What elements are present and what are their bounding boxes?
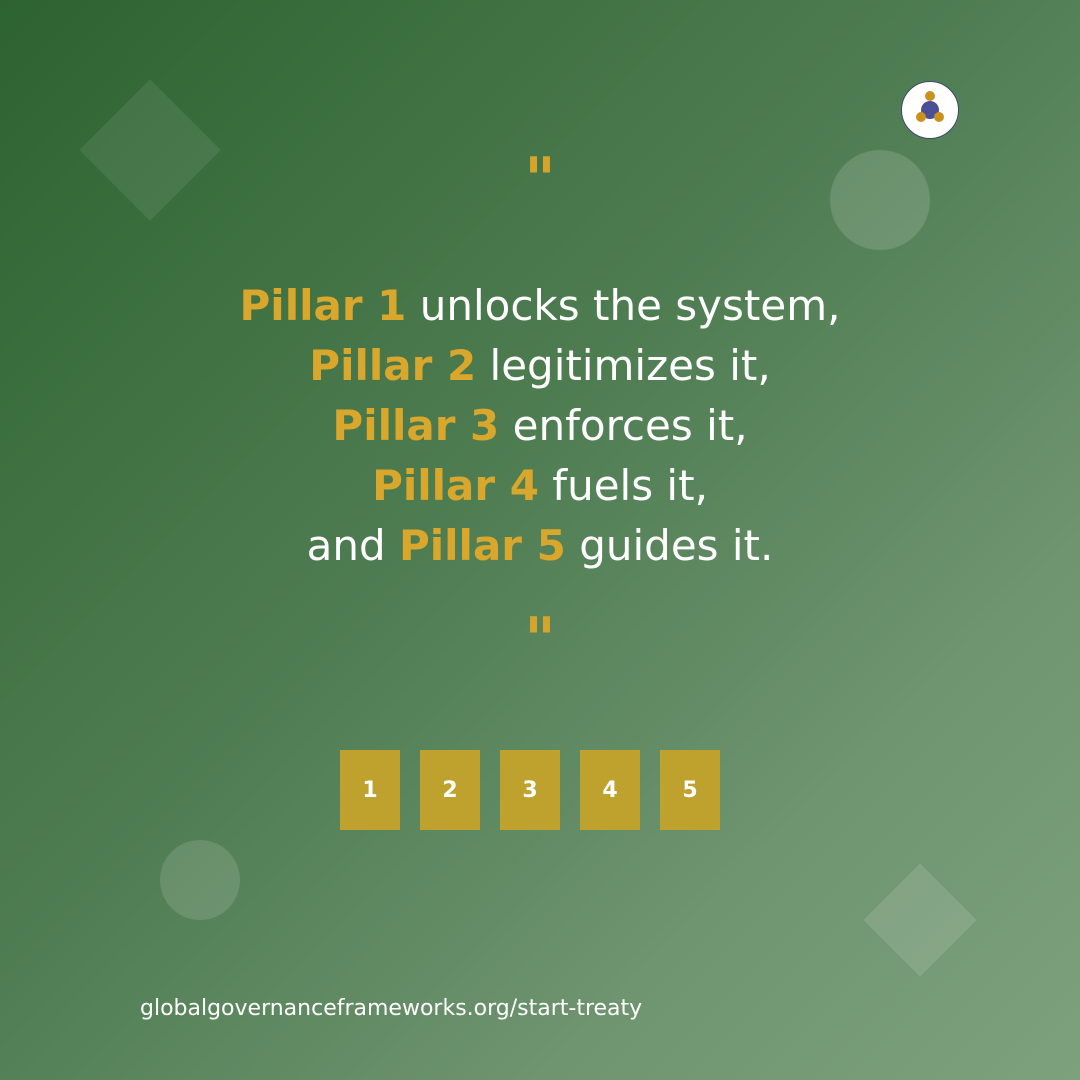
- social-card: " Pillar 1 unlocks the system, Pillar 2 …: [0, 0, 1080, 1080]
- pillar-box-5: 5: [660, 750, 720, 830]
- quote-line-3: Pillar 3 enforces it,: [0, 396, 1080, 456]
- pillar-box-4: 4: [580, 750, 640, 830]
- close-quote-mark: ": [524, 605, 556, 675]
- pillar-label: Pillar 1: [239, 281, 407, 330]
- footer-url: globalgovernanceframeworks.org/start-tre…: [140, 996, 643, 1021]
- three-people-network-icon: [901, 81, 959, 139]
- quote-line-5: and Pillar 5 guides it.: [0, 516, 1080, 576]
- pillar-label: Pillar 3: [332, 401, 500, 450]
- quote-line-rest: fuels it,: [538, 461, 708, 510]
- pillar-label: Pillar 2: [309, 341, 477, 390]
- pillar-boxes: 1 2 3 4 5: [340, 750, 720, 830]
- quote-line-rest: guides it.: [565, 521, 774, 570]
- quote-line-rest: unlocks the system,: [406, 281, 841, 330]
- decorative-circle-bottom-left: [160, 840, 240, 920]
- pillar-box-1: 1: [340, 750, 400, 830]
- decorative-diamond-bottom-right: [863, 863, 977, 977]
- quote-line-rest: enforces it,: [499, 401, 748, 450]
- quote-line-1: Pillar 1 unlocks the system,: [0, 276, 1080, 336]
- open-quote-mark: ": [524, 145, 556, 215]
- pillar-box-2: 2: [420, 750, 480, 830]
- pillar-box-3: 3: [500, 750, 560, 830]
- quote-line-rest: legitimizes it,: [476, 341, 771, 390]
- quote-text: Pillar 1 unlocks the system, Pillar 2 le…: [0, 276, 1080, 576]
- quote-line-prefix: and: [306, 521, 399, 570]
- quote-line-4: Pillar 4 fuels it,: [0, 456, 1080, 516]
- pillar-label: Pillar 5: [398, 521, 566, 570]
- quote-line-2: Pillar 2 legitimizes it,: [0, 336, 1080, 396]
- pillar-label: Pillar 4: [372, 461, 539, 510]
